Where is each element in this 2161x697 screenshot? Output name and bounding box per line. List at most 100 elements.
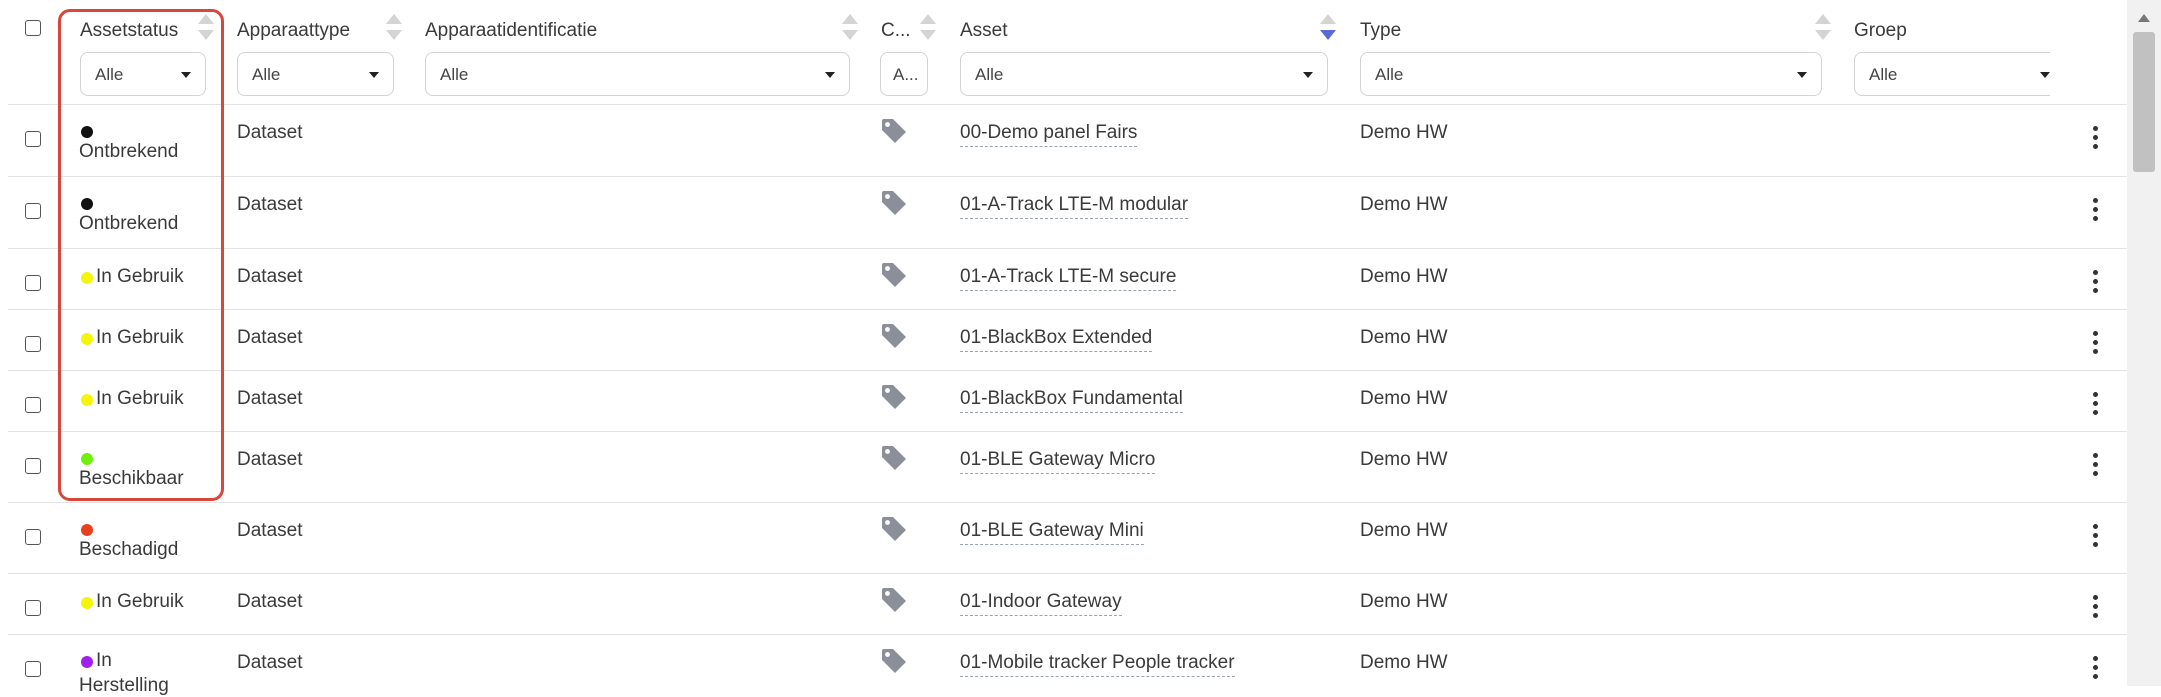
- column-header-groep[interactable]: Groep: [1854, 20, 1907, 42]
- more-options-icon[interactable]: [2093, 656, 2099, 680]
- asset-link[interactable]: 01-BlackBox Fundamental: [960, 388, 1183, 413]
- asset-link[interactable]: 01-A-Track LTE-M secure: [960, 266, 1177, 291]
- apparaattype-cell: Dataset: [237, 388, 303, 409]
- asset-link[interactable]: 01-Indoor Gateway: [960, 591, 1122, 616]
- status-label-line2: Herstelling: [79, 675, 169, 696]
- sort-icon[interactable]: [920, 14, 936, 44]
- type-cell: Demo HW: [1360, 194, 1448, 215]
- more-options-icon[interactable]: [2093, 524, 2099, 548]
- type-cell: Demo HW: [1360, 122, 1448, 143]
- filter-apparaatidentificatie[interactable]: Alle: [425, 52, 850, 96]
- header-divider: [8, 104, 2128, 105]
- row-divider: [8, 370, 2128, 371]
- row-divider: [8, 502, 2128, 503]
- apparaattype-cell: Dataset: [237, 122, 303, 143]
- asset-link[interactable]: 01-Mobile tracker People tracker: [960, 652, 1235, 677]
- more-options-icon[interactable]: [2093, 198, 2099, 222]
- row-checkbox[interactable]: [25, 600, 41, 616]
- row-divider: [8, 573, 2128, 574]
- more-options-icon[interactable]: [2093, 331, 2099, 355]
- apparaattype-cell: Dataset: [237, 449, 303, 470]
- tag-icon[interactable]: [880, 262, 908, 288]
- apparaattype-cell: Dataset: [237, 194, 303, 215]
- tag-icon[interactable]: [880, 445, 908, 471]
- chevron-down-icon: [825, 72, 835, 78]
- row-divider: [8, 634, 2128, 635]
- select-all-checkbox[interactable]: [25, 20, 41, 36]
- asset-link[interactable]: 01-A-Track LTE-M modular: [960, 194, 1189, 219]
- sort-icon[interactable]: [386, 14, 402, 44]
- row-checkbox[interactable]: [25, 661, 41, 677]
- column-header-apparaatidentificatie[interactable]: Apparaatidentificatie: [425, 20, 597, 42]
- column-header-c[interactable]: C...: [881, 20, 911, 42]
- chevron-down-icon: [369, 72, 379, 78]
- assetstatus-highlight-box: [58, 9, 224, 501]
- more-options-icon[interactable]: [2093, 595, 2099, 619]
- status-label: In: [96, 650, 112, 671]
- status-dot: [81, 597, 93, 609]
- tag-icon[interactable]: [880, 648, 908, 674]
- more-options-icon[interactable]: [2093, 270, 2099, 294]
- row-checkbox[interactable]: [25, 529, 41, 545]
- chevron-down-icon: [1303, 72, 1313, 78]
- filter-apparaattype[interactable]: Alle: [237, 52, 394, 96]
- apparaattype-cell: Dataset: [237, 266, 303, 287]
- sort-descending-icon[interactable]: [1320, 14, 1336, 44]
- status-dot: [81, 656, 93, 668]
- filter-value: A...: [893, 65, 919, 84]
- sort-icon[interactable]: [1815, 14, 1831, 44]
- row-checkbox[interactable]: [25, 131, 41, 147]
- chevron-down-icon: [2040, 72, 2050, 78]
- asset-link[interactable]: 01-BLE Gateway Micro: [960, 449, 1156, 474]
- filter-value: Alle: [1869, 65, 1898, 84]
- row-checkbox[interactable]: [25, 458, 41, 474]
- column-header-type[interactable]: Type: [1360, 20, 1401, 42]
- scroll-up-arrow-icon[interactable]: [2138, 14, 2150, 22]
- asset-link[interactable]: 01-BLE Gateway Mini: [960, 520, 1144, 545]
- apparaattype-cell: Dataset: [237, 327, 303, 348]
- row-divider: [8, 248, 2128, 249]
- more-options-icon[interactable]: [2093, 453, 2099, 477]
- column-header-asset[interactable]: Asset: [960, 20, 1008, 42]
- tag-icon[interactable]: [880, 384, 908, 410]
- scrollbar-thumb[interactable]: [2133, 32, 2155, 172]
- row-checkbox[interactable]: [25, 397, 41, 413]
- row-checkbox[interactable]: [25, 275, 41, 291]
- type-cell: Demo HW: [1360, 266, 1448, 287]
- asset-link[interactable]: 01-BlackBox Extended: [960, 327, 1153, 352]
- filter-asset[interactable]: Alle: [960, 52, 1328, 96]
- more-options-icon[interactable]: [2093, 392, 2099, 416]
- asset-link[interactable]: 00-Demo panel Fairs: [960, 122, 1138, 147]
- tag-icon[interactable]: [880, 516, 908, 542]
- filter-groep[interactable]: Alle: [1854, 52, 2050, 96]
- type-cell: Demo HW: [1360, 327, 1448, 348]
- status-label: In Gebruik: [96, 591, 184, 612]
- more-options-icon[interactable]: [2093, 126, 2099, 150]
- apparaattype-cell: Dataset: [237, 591, 303, 612]
- tag-icon[interactable]: [880, 190, 908, 216]
- apparaattype-cell: Dataset: [237, 652, 303, 673]
- row-divider: [8, 431, 2128, 432]
- column-header-apparaattype[interactable]: Apparaattype: [237, 20, 350, 42]
- filter-value: Alle: [975, 65, 1004, 84]
- row-checkbox[interactable]: [25, 203, 41, 219]
- tag-icon[interactable]: [880, 587, 908, 613]
- apparaattype-cell: Dataset: [237, 520, 303, 541]
- sort-icon[interactable]: [842, 14, 858, 44]
- chevron-down-icon: [1797, 72, 1807, 78]
- row-divider: [8, 176, 2128, 177]
- filter-c[interactable]: A...: [880, 52, 928, 96]
- row-divider: [8, 309, 2128, 310]
- filter-value: Alle: [1375, 65, 1404, 84]
- row-checkbox[interactable]: [25, 336, 41, 352]
- filter-type[interactable]: Alle: [1360, 52, 1822, 96]
- type-cell: Demo HW: [1360, 388, 1448, 409]
- filter-value: Alle: [252, 65, 281, 84]
- tag-icon[interactable]: [880, 118, 908, 144]
- status-label: Beschadigd: [79, 539, 179, 560]
- type-cell: Demo HW: [1360, 520, 1448, 541]
- tag-icon[interactable]: [880, 323, 908, 349]
- type-cell: Demo HW: [1360, 449, 1448, 470]
- status-dot: [81, 524, 93, 536]
- type-cell: Demo HW: [1360, 591, 1448, 612]
